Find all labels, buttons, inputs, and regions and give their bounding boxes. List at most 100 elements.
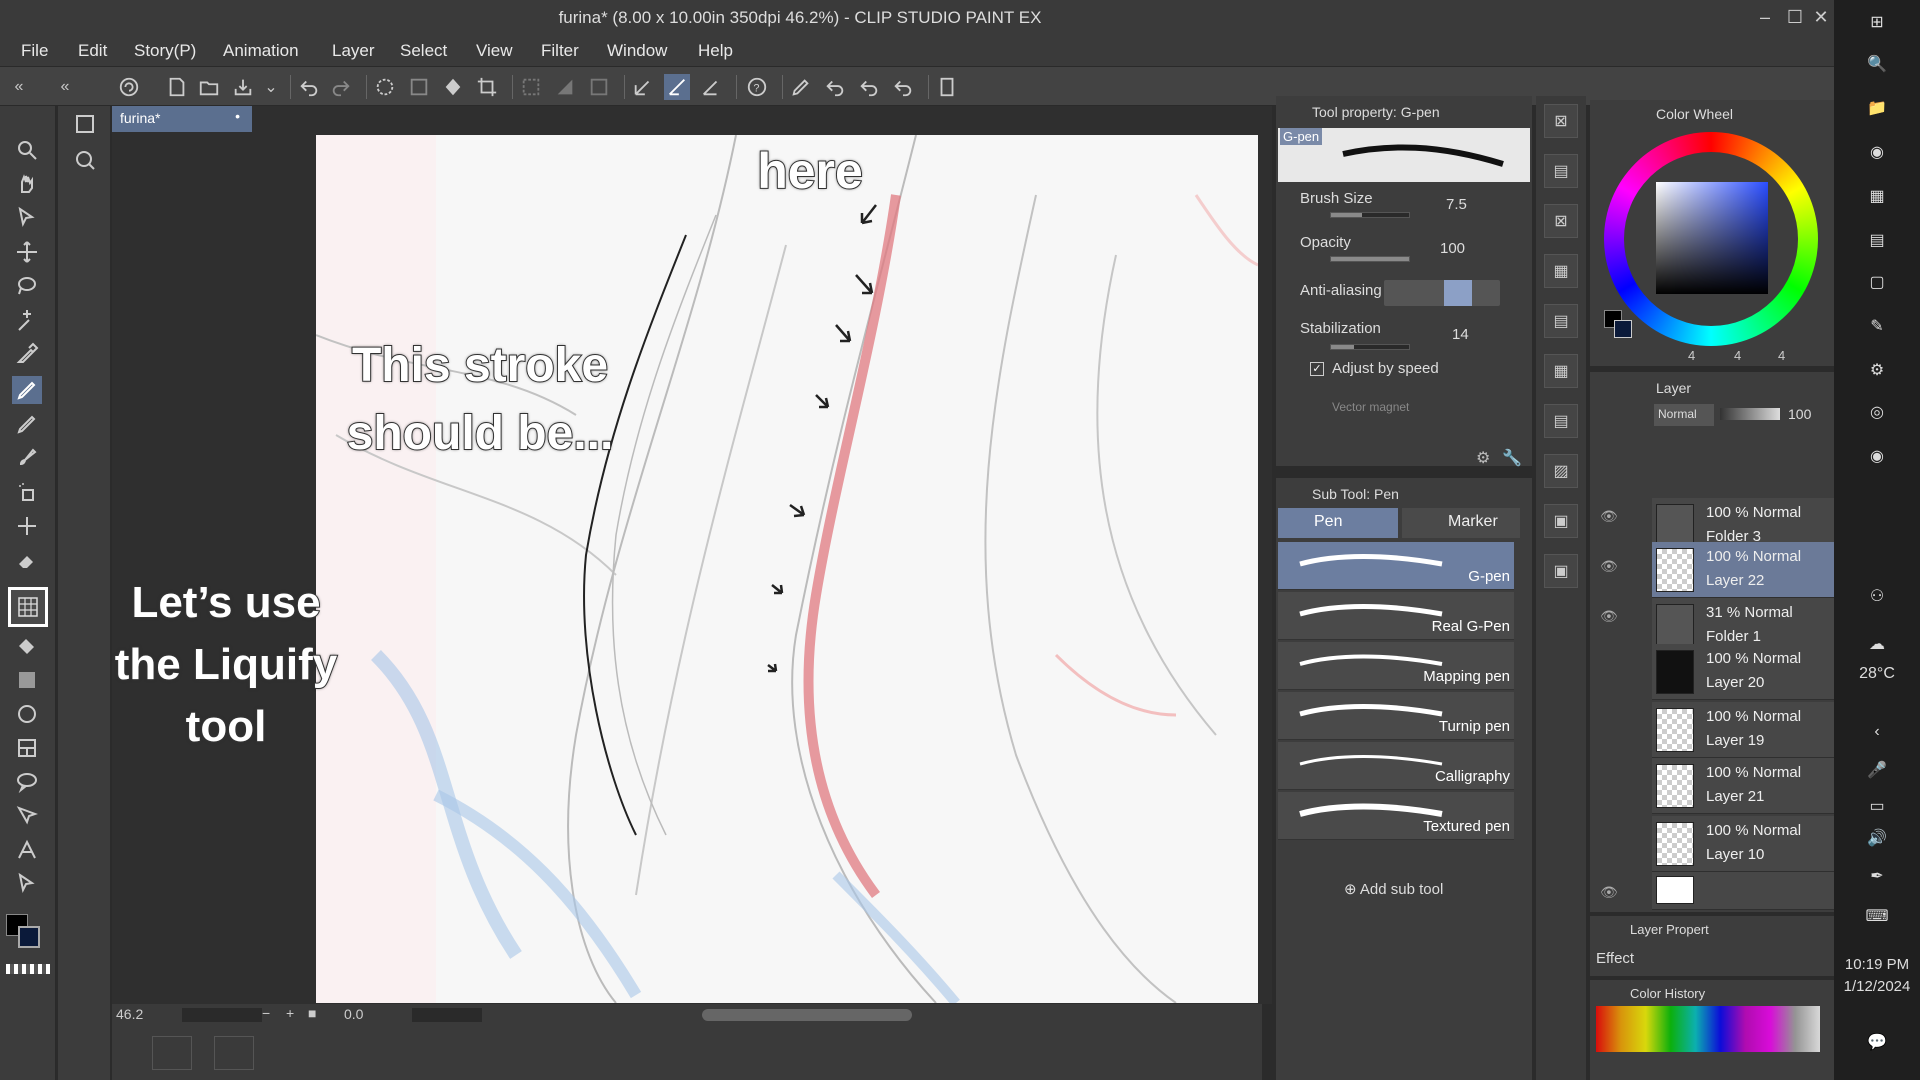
notifications-icon[interactable]: 💬 bbox=[1861, 1026, 1893, 1058]
move-layer-icon[interactable] bbox=[12, 238, 42, 266]
sticky-notes-icon[interactable]: ▢ bbox=[1861, 266, 1893, 298]
collapse-left-icon-2[interactable]: « bbox=[52, 74, 78, 100]
battery-icon[interactable]: ▭ bbox=[1861, 790, 1893, 822]
zoom-out-icon[interactable]: − bbox=[262, 1005, 270, 1021]
clip-studio-taskbar-icon[interactable]: ◉ bbox=[1861, 440, 1893, 472]
clock-time[interactable]: 10:19 PM bbox=[1834, 956, 1920, 973]
panel-icon-5[interactable]: ▤ bbox=[1544, 304, 1578, 338]
menu-select[interactable]: Select bbox=[400, 41, 447, 61]
hand-icon[interactable] bbox=[12, 170, 42, 198]
wrench-icon[interactable]: 🔧 bbox=[1502, 448, 1522, 468]
brush-size-slider[interactable] bbox=[1330, 212, 1410, 218]
chevron-down-icon[interactable]: ⌄ bbox=[258, 74, 284, 100]
fill-bucket-icon[interactable] bbox=[12, 632, 42, 660]
rotate-icon[interactable] bbox=[856, 74, 882, 100]
maximize-button[interactable]: ☐ bbox=[1782, 5, 1808, 29]
settings-icon[interactable]: ⚙ bbox=[1476, 448, 1490, 468]
chevron-left-icon[interactable]: ‹ bbox=[1861, 716, 1893, 748]
layer-opacity-slider[interactable] bbox=[1720, 408, 1780, 420]
navigator-icon[interactable] bbox=[70, 146, 100, 174]
obs-icon[interactable]: ◎ bbox=[1861, 396, 1893, 428]
saturation-value-square[interactable] bbox=[1656, 182, 1768, 294]
pen-icon[interactable]: ✒ bbox=[1861, 860, 1893, 892]
horizontal-scrollbar[interactable] bbox=[702, 1009, 912, 1021]
clear-icon[interactable] bbox=[406, 74, 432, 100]
layer-item-paper[interactable] bbox=[1652, 872, 1834, 910]
tablet-icon[interactable] bbox=[934, 74, 960, 100]
menu-edit[interactable]: Edit bbox=[78, 41, 107, 61]
eye-icon[interactable]: 👁 bbox=[1600, 558, 1622, 576]
tab-close-icon[interactable]: • bbox=[235, 108, 240, 124]
panel-icon-6[interactable]: ▦ bbox=[1544, 354, 1578, 388]
brush-size-value[interactable]: 7.5 bbox=[1446, 196, 1467, 213]
panel-icon-9[interactable]: ▣ bbox=[1544, 504, 1578, 538]
pencil-icon[interactable] bbox=[12, 410, 42, 438]
people-icon[interactable]: ⚇ bbox=[1861, 580, 1893, 612]
brush-textured-pen[interactable]: Textured pen bbox=[1278, 792, 1514, 840]
stabilization-value[interactable]: 14 bbox=[1452, 326, 1469, 343]
object-select-icon[interactable] bbox=[12, 870, 42, 898]
brush-turnip-pen[interactable]: Turnip pen bbox=[1278, 692, 1514, 740]
opacity-value[interactable]: 100 bbox=[1440, 240, 1465, 257]
help-icon[interactable]: ? bbox=[744, 74, 770, 100]
selection-clear-icon[interactable] bbox=[518, 74, 544, 100]
xp-pen-icon[interactable]: ✎ bbox=[1861, 310, 1893, 342]
rotation-slider[interactable] bbox=[412, 1008, 482, 1022]
brush-calligraphy[interactable]: Calligraphy bbox=[1278, 742, 1514, 790]
open-file-icon[interactable] bbox=[196, 74, 222, 100]
rotation-value[interactable]: 0.0 bbox=[344, 1006, 363, 1022]
collapse-left-icon[interactable]: « bbox=[6, 74, 32, 100]
clip-studio-icon[interactable] bbox=[116, 74, 142, 100]
liquify-tool-icon[interactable] bbox=[8, 587, 48, 627]
decoration-icon[interactable] bbox=[12, 512, 42, 540]
edge-icon[interactable]: ◉ bbox=[1861, 136, 1893, 168]
zoom-in-icon[interactable]: + bbox=[286, 1005, 294, 1021]
balloon-icon[interactable] bbox=[12, 768, 42, 796]
selection-icon[interactable] bbox=[586, 74, 612, 100]
keyboard-icon[interactable]: ⌨ bbox=[1861, 900, 1893, 932]
layer-item[interactable]: 100 % Normal Layer 21 bbox=[1652, 758, 1834, 814]
rotate-left-icon[interactable] bbox=[822, 74, 848, 100]
eye-icon[interactable]: 👁 bbox=[1600, 608, 1622, 626]
figure-icon[interactable] bbox=[12, 700, 42, 728]
lasso-icon[interactable] bbox=[12, 272, 42, 300]
magic-wand-icon[interactable] bbox=[12, 306, 42, 334]
transparent-color-swatch[interactable] bbox=[6, 964, 50, 974]
menu-filter[interactable]: Filter bbox=[541, 41, 579, 61]
text-icon[interactable] bbox=[12, 836, 42, 864]
sub-color-swatch[interactable] bbox=[1614, 320, 1632, 338]
eraser-icon[interactable] bbox=[12, 546, 42, 574]
color-history-swatches[interactable] bbox=[1596, 1006, 1820, 1052]
adjust-by-speed-checkbox[interactable]: ✓ bbox=[1310, 362, 1324, 376]
panel-icon-2[interactable]: ▤ bbox=[1544, 154, 1578, 188]
correct-line-icon[interactable] bbox=[12, 802, 42, 830]
panel-icon-1[interactable]: ⊠ bbox=[1544, 104, 1578, 138]
reset-rotation-icon[interactable] bbox=[890, 74, 916, 100]
invert-selection-icon[interactable] bbox=[552, 74, 578, 100]
operation-icon[interactable] bbox=[12, 204, 42, 232]
file-explorer-icon[interactable]: 📁 bbox=[1861, 92, 1893, 124]
calendar-icon[interactable]: ▦ bbox=[1861, 180, 1893, 212]
fit-icon[interactable]: ■ bbox=[308, 1005, 316, 1021]
eye-icon[interactable]: 👁 bbox=[1600, 508, 1622, 526]
menu-animation[interactable]: Animation bbox=[223, 41, 299, 61]
menu-view[interactable]: View bbox=[476, 41, 513, 61]
blend-mode-select[interactable]: Normal bbox=[1654, 404, 1714, 426]
brush-icon[interactable] bbox=[12, 444, 42, 472]
undo-icon[interactable] bbox=[296, 74, 322, 100]
search-icon[interactable]: 🔍 bbox=[1861, 48, 1893, 80]
windows-start-icon[interactable]: ⊞ bbox=[1861, 6, 1893, 38]
volume-icon[interactable]: 🔊 bbox=[1861, 822, 1893, 854]
brush-real-g-pen[interactable]: Real G-Pen bbox=[1278, 592, 1514, 640]
layer-item[interactable]: 100 % Normal Layer 19 bbox=[1652, 702, 1834, 758]
antialiasing-selector[interactable] bbox=[1384, 280, 1500, 306]
clock-date[interactable]: 1/12/2024 bbox=[1834, 978, 1920, 995]
layer-item[interactable]: 100 % Normal Layer 20 bbox=[1652, 644, 1834, 700]
panel-toggle-icon[interactable] bbox=[152, 1036, 192, 1070]
sub-color-swatch[interactable] bbox=[18, 926, 40, 948]
docs-icon[interactable]: ▤ bbox=[1861, 224, 1893, 256]
eyedropper-icon[interactable] bbox=[12, 340, 42, 368]
layer-panel-toggle-icon[interactable] bbox=[70, 110, 100, 138]
layer-item[interactable]: 100 % Normal Layer 10 bbox=[1652, 816, 1834, 872]
grid-snap-icon[interactable] bbox=[698, 74, 724, 100]
